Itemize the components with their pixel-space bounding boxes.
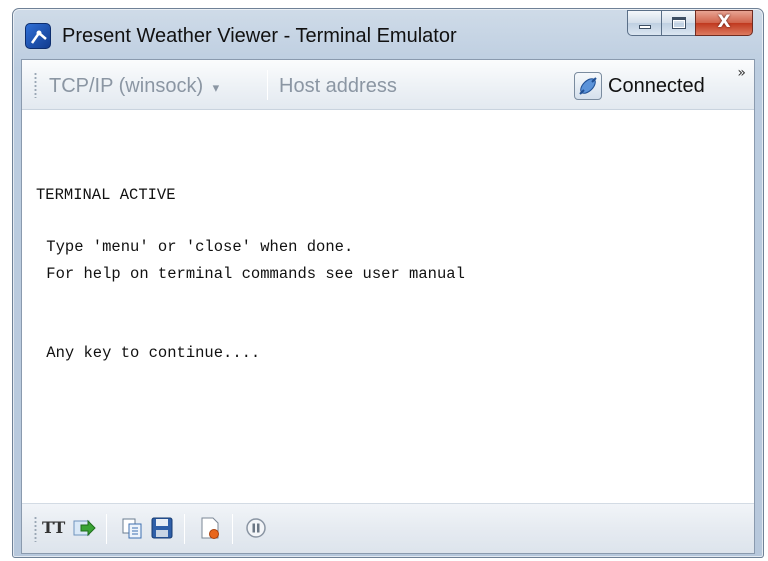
close-icon: X bbox=[717, 12, 731, 32]
connection-status: Connected bbox=[608, 75, 705, 97]
close-button[interactable]: X bbox=[695, 10, 753, 36]
log-file-icon[interactable] bbox=[198, 516, 222, 540]
toolbar-grip[interactable] bbox=[34, 516, 37, 542]
terminal-line: TERMINAL ACTIVE bbox=[36, 186, 176, 204]
terminal-line: Any key to continue.... bbox=[37, 344, 261, 362]
connection-toolbar: TCP/IP (winsock) ▾ Host address Connecte… bbox=[22, 60, 754, 110]
terminal-output[interactable]: TERMINAL ACTIVE Type 'menu' or 'close' w… bbox=[22, 111, 754, 504]
toolbar-overflow-button[interactable]: » bbox=[737, 65, 746, 81]
minimize-button[interactable] bbox=[627, 10, 661, 36]
chevron-down-icon: ▾ bbox=[212, 80, 220, 95]
send-icon[interactable] bbox=[72, 516, 96, 540]
toolbar-separator bbox=[267, 70, 268, 100]
app-icon[interactable] bbox=[25, 23, 51, 49]
action-toolbar: TT bbox=[22, 503, 754, 553]
client-area: TCP/IP (winsock) ▾ Host address Connecte… bbox=[21, 59, 755, 554]
terminal-line: Type 'menu' or 'close' when done. bbox=[37, 238, 354, 256]
connection-plug-icon[interactable] bbox=[574, 72, 602, 100]
connection-type-value: TCP/IP (winsock) bbox=[49, 75, 204, 97]
toolbar-separator bbox=[106, 514, 107, 544]
text-mode-button[interactable]: TT bbox=[42, 518, 65, 537]
minimize-icon bbox=[639, 25, 651, 29]
connection-type-select[interactable]: TCP/IP (winsock) ▾ bbox=[49, 75, 219, 98]
save-icon[interactable] bbox=[150, 516, 174, 540]
title-bar[interactable]: Present Weather Viewer - Terminal Emulat… bbox=[13, 9, 763, 59]
host-address-input[interactable]: Host address bbox=[279, 75, 397, 98]
toolbar-separator bbox=[184, 514, 185, 544]
toolbar-separator bbox=[232, 514, 233, 544]
terminal-line: For help on terminal commands see user m… bbox=[37, 265, 465, 283]
terminal-window: Present Weather Viewer - Terminal Emulat… bbox=[12, 8, 764, 558]
maximize-button[interactable] bbox=[661, 10, 695, 36]
pause-icon[interactable] bbox=[244, 516, 268, 540]
toolbar-grip[interactable] bbox=[34, 72, 37, 98]
window-controls: X bbox=[627, 10, 753, 36]
window-title: Present Weather Viewer - Terminal Emulat… bbox=[62, 25, 457, 47]
copy-icon[interactable] bbox=[120, 516, 144, 540]
maximize-icon bbox=[672, 17, 686, 29]
